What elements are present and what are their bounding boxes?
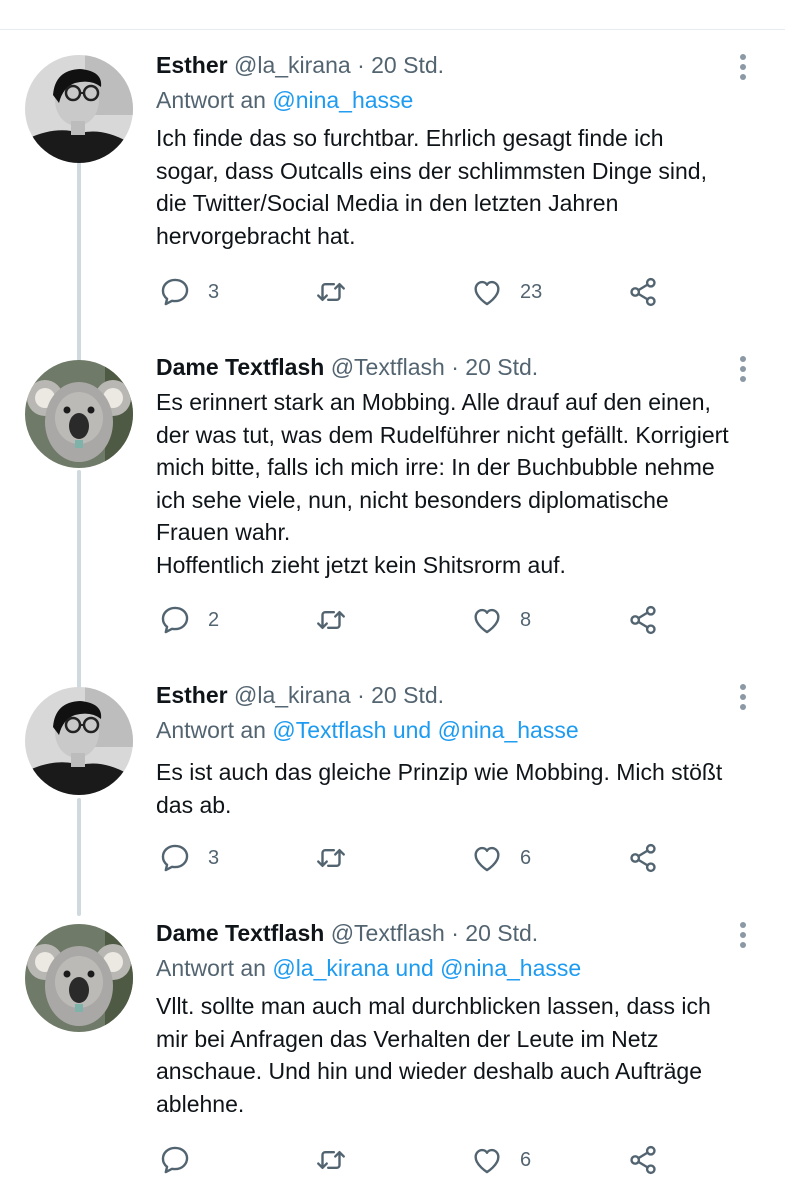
avatar[interactable] xyxy=(25,55,133,163)
like-button[interactable]: 6 xyxy=(470,1142,531,1178)
tweet-text: Vllt. sollte man auch mal durchblicken l… xyxy=(156,993,711,1117)
tweet-header: Esther @la_kirana · 20 Std. xyxy=(156,50,444,80)
timestamp[interactable]: 20 Std. xyxy=(371,682,444,708)
display-name[interactable]: Dame Textflash xyxy=(156,354,324,380)
retweet-icon xyxy=(317,283,345,301)
avatar[interactable] xyxy=(25,687,133,795)
tweet-text: Es ist auch das gleiche Prinzip wie Mobb… xyxy=(156,759,723,818)
user-handle[interactable]: @la_kirana xyxy=(234,52,351,78)
separator: · xyxy=(357,682,365,708)
share-icon xyxy=(630,277,656,307)
tweet-header: Dame Textflash @Textflash · 20 Std. xyxy=(156,918,538,948)
share-icon xyxy=(630,843,656,873)
like-count: 6 xyxy=(520,846,532,869)
share-button[interactable] xyxy=(626,1142,660,1178)
like-count: 8 xyxy=(520,608,532,631)
separator: · xyxy=(357,52,365,78)
reply-icon xyxy=(161,844,189,872)
reply-mention[interactable]: @la_kirana und @nina_hasse xyxy=(272,955,581,981)
reply-icon xyxy=(161,278,189,306)
reply-prefix: Antwort an xyxy=(156,955,266,981)
more-icon[interactable] xyxy=(736,684,750,710)
reply-prefix: Antwort an xyxy=(156,717,266,743)
tweet-text: Es erinnert stark an Mobbing. Alle drauf… xyxy=(156,389,729,578)
display-name[interactable]: Esther xyxy=(156,682,228,708)
timestamp[interactable]: 20 Std. xyxy=(465,354,538,380)
reply-icon xyxy=(161,606,189,634)
reply-context: Antwort an @la_kirana und @nina_hasse xyxy=(156,953,581,983)
reply-button[interactable]: 2 xyxy=(158,602,219,638)
separator: · xyxy=(451,354,459,380)
retweet-button[interactable] xyxy=(314,274,364,310)
share-button[interactable] xyxy=(626,274,660,310)
tweet-header: Dame Textflash @Textflash · 20 Std. xyxy=(156,352,538,382)
action-bar: 3 23 xyxy=(0,274,785,310)
retweet-button[interactable] xyxy=(314,602,364,638)
action-bar: 3 6 xyxy=(0,840,785,876)
retweet-button[interactable] xyxy=(314,840,364,876)
user-handle[interactable]: @la_kirana xyxy=(234,682,351,708)
share-button[interactable] xyxy=(626,602,660,638)
reply-button[interactable] xyxy=(158,1142,208,1178)
reply-button[interactable]: 3 xyxy=(158,274,219,310)
reply-button[interactable]: 3 xyxy=(158,840,219,876)
like-button[interactable]: 23 xyxy=(470,274,542,310)
action-bar: 6 xyxy=(0,1142,785,1178)
retweet-icon xyxy=(317,1151,345,1169)
retweet-icon xyxy=(317,611,345,629)
reply-count: 3 xyxy=(208,280,220,303)
tweet-text: Ich finde das so furchtbar. Ehrlich gesa… xyxy=(156,125,707,249)
like-icon xyxy=(474,846,500,872)
reply-count: 3 xyxy=(208,846,220,869)
reply-context: Antwort an @nina_hasse xyxy=(156,85,413,115)
action-bar: 2 8 xyxy=(0,602,785,638)
share-icon xyxy=(630,605,656,635)
share-icon xyxy=(630,1145,656,1175)
user-handle[interactable]: @Textflash xyxy=(331,354,445,380)
display-name[interactable]: Esther xyxy=(156,52,228,78)
like-button[interactable]: 6 xyxy=(470,840,531,876)
timestamp[interactable]: 20 Std. xyxy=(465,920,538,946)
tweet-header: Esther @la_kirana · 20 Std. xyxy=(156,680,444,710)
top-divider xyxy=(0,29,785,30)
like-count: 23 xyxy=(520,280,543,303)
separator: · xyxy=(451,920,459,946)
retweet-button[interactable] xyxy=(314,1142,364,1178)
more-icon[interactable] xyxy=(736,922,750,948)
more-icon[interactable] xyxy=(736,356,750,382)
reply-prefix: Antwort an xyxy=(156,87,266,113)
like-icon xyxy=(474,1148,500,1174)
avatar[interactable] xyxy=(25,360,133,468)
user-handle[interactable]: @Textflash xyxy=(331,920,445,946)
retweet-icon xyxy=(317,849,345,867)
avatar[interactable] xyxy=(25,924,133,1032)
like-icon xyxy=(474,608,500,634)
reply-context: Antwort an @Textflash und @nina_hasse xyxy=(156,715,579,745)
reply-icon xyxy=(161,1146,189,1174)
like-button[interactable]: 8 xyxy=(470,602,531,638)
reply-count: 2 xyxy=(208,608,220,631)
timestamp[interactable]: 20 Std. xyxy=(371,52,444,78)
more-icon[interactable] xyxy=(736,54,750,80)
like-icon xyxy=(474,280,500,306)
share-button[interactable] xyxy=(626,840,660,876)
display-name[interactable]: Dame Textflash xyxy=(156,920,324,946)
reply-mention[interactable]: @Textflash und @nina_hasse xyxy=(272,717,578,743)
like-count: 6 xyxy=(520,1148,532,1171)
reply-mention[interactable]: @nina_hasse xyxy=(272,87,413,113)
